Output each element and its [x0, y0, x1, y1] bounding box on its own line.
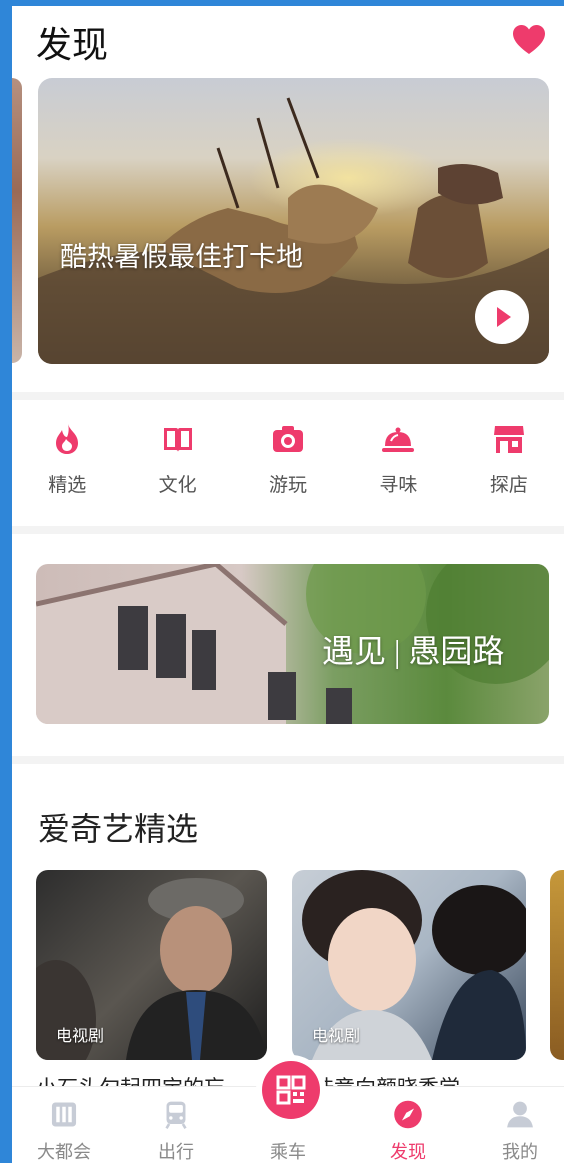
category-culture[interactable]: 文化	[122, 404, 232, 526]
category-shop[interactable]: 探店	[454, 404, 564, 526]
divider	[12, 756, 564, 764]
food-cloche-icon	[382, 427, 415, 452]
divider	[12, 392, 564, 400]
video-tag: 电视剧	[56, 1028, 105, 1045]
book-icon	[163, 428, 192, 452]
page-title: 发现	[36, 24, 109, 65]
tab-metro[interactable]: 大都会	[24, 1087, 104, 1163]
tab-label: 发现	[390, 1142, 426, 1162]
category-bar: 精选 文化 游玩 寻味 探店	[12, 404, 564, 526]
store-icon	[493, 426, 524, 453]
category-featured[interactable]: 精选	[12, 404, 122, 526]
feature-banner[interactable]: 遇见 | 愚园路	[36, 564, 549, 724]
video-card-next[interactable]	[550, 870, 564, 1060]
category-label: 文化	[158, 475, 197, 496]
tab-mine[interactable]: 我的	[480, 1087, 560, 1163]
camera-icon	[273, 426, 304, 452]
category-label: 探店	[489, 475, 528, 496]
tab-label: 我的	[502, 1142, 538, 1162]
heart-icon[interactable]	[512, 24, 546, 56]
flame-icon	[56, 424, 79, 454]
hero-image	[38, 97, 549, 364]
category-label: 精选	[48, 475, 87, 496]
tab-travel[interactable]: 出行	[136, 1087, 216, 1163]
train-icon	[165, 1101, 187, 1129]
metro-app-icon	[51, 1102, 77, 1127]
banner-caption: 遇见 | 愚园路	[322, 633, 505, 669]
section-title: 爱奇艺精选	[38, 811, 199, 847]
tab-label: 大都会	[37, 1142, 91, 1162]
play-icon	[497, 307, 511, 327]
category-play[interactable]: 游玩	[233, 404, 343, 526]
hero-caption: 酷热暑假最佳打卡地	[60, 242, 303, 272]
video-card[interactable]: 电视剧	[36, 870, 267, 1060]
tab-label: 出行	[158, 1142, 194, 1162]
qr-code-icon	[276, 1075, 306, 1105]
compass-icon	[394, 1100, 422, 1129]
tab-discover[interactable]: 发现	[368, 1087, 448, 1163]
hero-card[interactable]: 酷热暑假最佳打卡地	[38, 78, 549, 364]
play-button[interactable]	[475, 290, 529, 344]
user-icon	[507, 1101, 533, 1128]
app-screen: 发现 酷热暑假最佳打卡地 精选 文化 游玩 寻味 探店 遇见 | 愚园路 爱奇艺…	[12, 6, 564, 1163]
category-label: 寻味	[379, 475, 418, 496]
category-label: 游玩	[269, 475, 308, 496]
scan-ride-button[interactable]	[262, 1061, 320, 1119]
divider	[12, 526, 564, 534]
video-tag: 电视剧	[312, 1028, 361, 1045]
category-food[interactable]: 寻味	[343, 404, 453, 526]
video-card[interactable]: 电视剧	[292, 870, 526, 1060]
tab-label: 乘车	[270, 1142, 306, 1162]
header: 发现	[12, 6, 564, 76]
hero-prev-card[interactable]	[12, 78, 22, 363]
